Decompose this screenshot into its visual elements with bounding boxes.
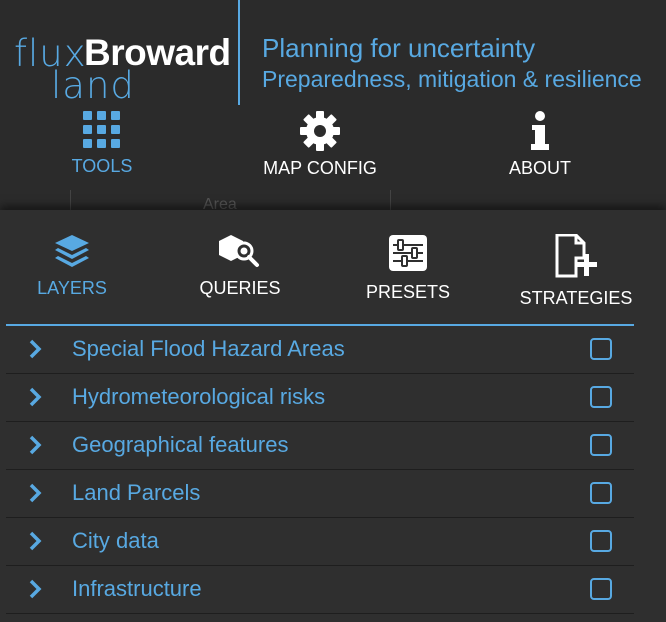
tagline-sub: Preparedness, mitigation & resilience <box>262 66 642 92</box>
add-document-icon <box>555 234 597 278</box>
nav-about[interactable]: ABOUT <box>490 110 590 179</box>
layer-name: Geographical features <box>72 432 289 457</box>
tagline-main: Planning for uncertainty <box>262 33 536 63</box>
nav-about-label: ABOUT <box>508 158 571 178</box>
info-icon <box>531 111 549 150</box>
nav-map-config-label: MAP CONFIG <box>263 158 377 178</box>
nav-tools-label: TOOLS <box>71 156 133 176</box>
layer-row[interactable]: Special Flood Hazard Areas <box>6 326 634 374</box>
top-navigation: TOOLS MAP CONFIG ABOUT <box>0 110 666 190</box>
layer-row[interactable]: Infrastructure <box>6 566 634 614</box>
tab-presets-label: PRESETS <box>365 282 451 302</box>
tab-presets[interactable]: PRESETS <box>358 234 458 303</box>
chevron-right-icon[interactable] <box>28 530 42 552</box>
layer-name: Hydrometeorological risks <box>72 384 326 409</box>
layer-checkbox[interactable] <box>590 338 612 360</box>
grid-icon <box>83 111 120 148</box>
tab-layers-label: LAYERS <box>37 278 107 298</box>
chevron-right-icon[interactable] <box>28 578 42 600</box>
gear-icon <box>300 111 340 151</box>
sliders-icon <box>389 235 427 271</box>
tab-queries-label: QUERIES <box>199 278 281 298</box>
layer-name: Infrastructure <box>72 576 202 601</box>
logo-land-text: land <box>51 64 135 107</box>
layer-checkbox[interactable] <box>590 530 612 552</box>
header-divider <box>238 0 240 105</box>
nav-map-config[interactable]: MAP CONFIG <box>250 110 390 179</box>
layer-name: Land Parcels <box>72 480 201 505</box>
flux-broward-logo[interactable]: flux Broward land <box>14 30 231 107</box>
tab-strategies[interactable]: STRATEGIES <box>512 234 640 309</box>
layer-row[interactable]: Geographical features <box>6 422 634 470</box>
app-header: flux Broward land Planning for uncertain… <box>0 0 666 210</box>
tab-layers[interactable]: LAYERS <box>22 234 122 299</box>
layer-name: Special Flood Hazard Areas <box>72 336 345 361</box>
layer-checkbox[interactable] <box>590 434 612 456</box>
tools-tabs: LAYERS QUERIES PRESETS STRATEGIES <box>0 210 666 325</box>
layer-row[interactable]: Hydrometeorological risks <box>6 374 634 422</box>
tab-strategies-label: STRATEGIES <box>519 288 633 308</box>
layers-icon <box>55 235 89 267</box>
tools-panel: LAYERS QUERIES PRESETS STRATEGIES Specia… <box>0 210 666 622</box>
chevron-right-icon[interactable] <box>28 386 42 408</box>
query-search-icon <box>219 235 259 267</box>
nav-tools[interactable]: TOOLS <box>62 110 142 177</box>
layer-row[interactable]: City data <box>6 518 634 566</box>
layer-row[interactable]: Land Parcels <box>6 470 634 518</box>
chevron-right-icon[interactable] <box>28 434 42 456</box>
tab-queries[interactable]: QUERIES <box>190 234 290 299</box>
layer-name: City data <box>72 528 159 553</box>
chevron-right-icon[interactable] <box>28 338 42 360</box>
chevron-right-icon[interactable] <box>28 482 42 504</box>
layer-checkbox[interactable] <box>590 386 612 408</box>
layer-list: Special Flood Hazard Areas Hydrometeorol… <box>6 326 634 614</box>
layer-checkbox[interactable] <box>590 578 612 600</box>
layer-checkbox[interactable] <box>590 482 612 504</box>
